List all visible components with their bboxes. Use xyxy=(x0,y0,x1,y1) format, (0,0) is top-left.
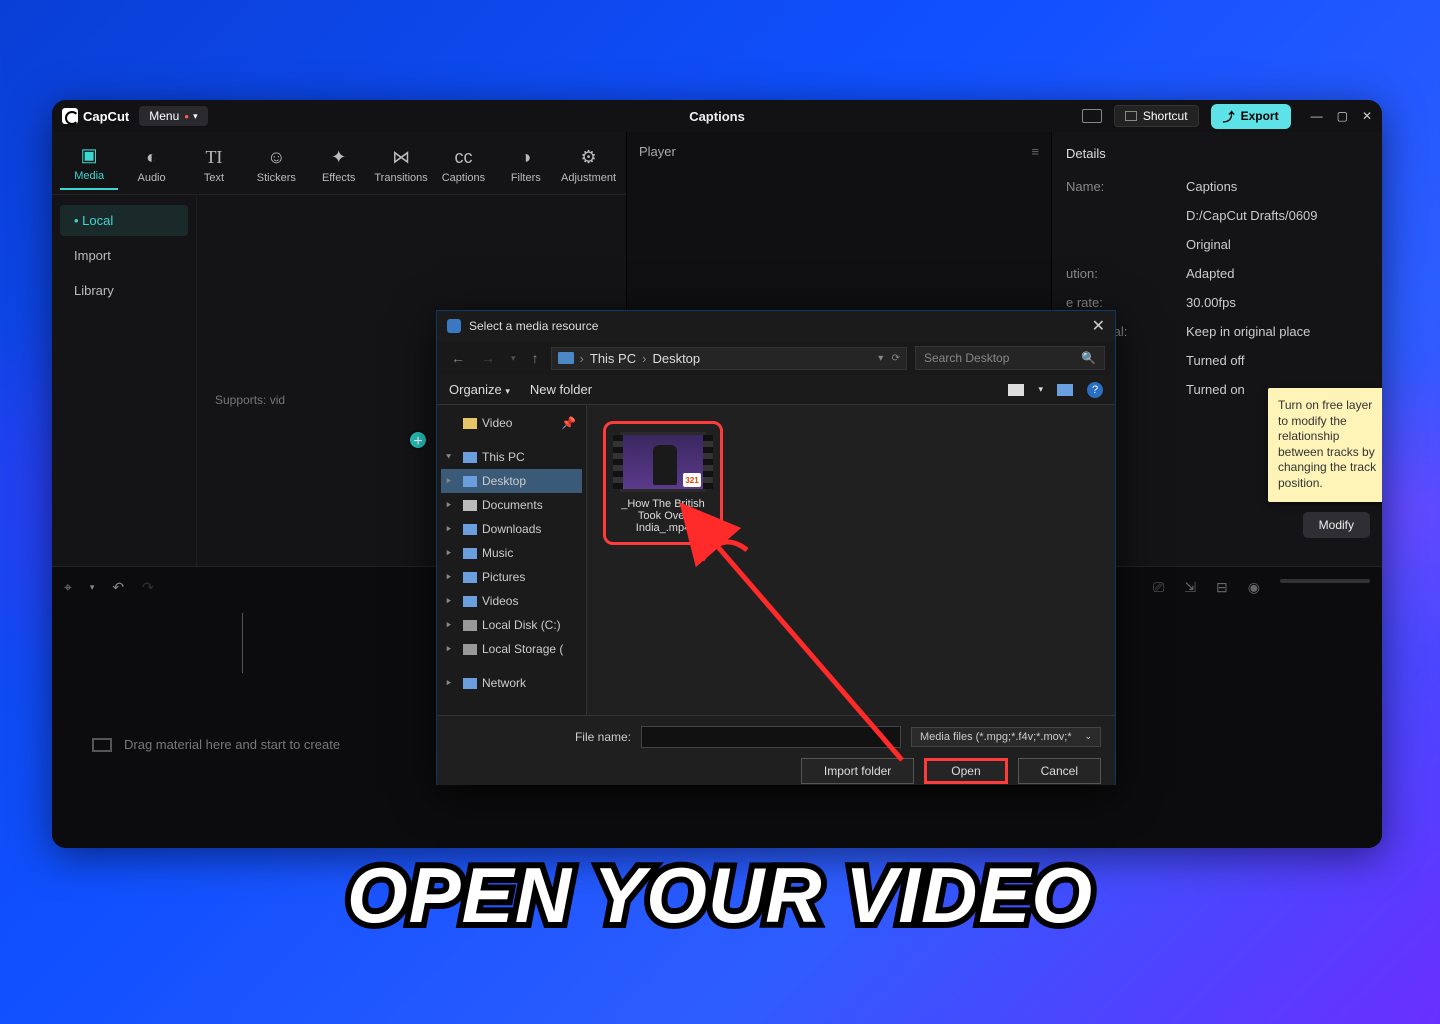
new-folder-button[interactable]: New folder xyxy=(530,382,592,397)
upload-icon: ⤴ xyxy=(1223,108,1235,125)
tutorial-caption: OPEN YOUR VIDEO OPEN YOUR VIDEO xyxy=(0,850,1440,941)
nav-recent-icon[interactable]: ▾ xyxy=(507,353,520,364)
filename-input[interactable] xyxy=(641,726,901,748)
tab-effects[interactable]: ✦Effects xyxy=(310,141,368,190)
file-list[interactable]: 321 _How The British Took Over India_.mp… xyxy=(587,405,1115,715)
tree-downloads[interactable]: ⯈Downloads xyxy=(441,517,582,541)
folder-tree[interactable]: Video📌 ⯆This PC ⯈Desktop ⯈Documents ⯈Dow… xyxy=(437,405,587,715)
tree-documents[interactable]: ⯈Documents xyxy=(441,493,582,517)
zoom-slider[interactable] xyxy=(1280,579,1370,583)
file-open-dialog: Select a media resource ✕ ← → ▾ ↑ › This… xyxy=(436,310,1116,785)
tree-this-pc[interactable]: ⯆This PC xyxy=(441,445,582,469)
tree-pictures[interactable]: ⯈Pictures xyxy=(441,565,582,589)
tl-tool-2-icon[interactable]: ⇲ xyxy=(1184,579,1196,596)
breadcrumb[interactable]: › This PC › Desktop ▾ ⟳ xyxy=(551,347,907,370)
modify-button[interactable]: Modify xyxy=(1303,512,1370,538)
nav-back-icon[interactable]: ← xyxy=(447,350,469,366)
tree-videos[interactable]: ⯈Videos xyxy=(441,589,582,613)
shortcut-button[interactable]: Shortcut xyxy=(1114,105,1199,127)
tree-local-disk-c[interactable]: ⯈Local Disk (C:) xyxy=(441,613,582,637)
menu-button[interactable]: Menu● ▾ xyxy=(139,106,207,126)
tree-music[interactable]: ⯈Music xyxy=(441,541,582,565)
tab-audio[interactable]: ◐Audio xyxy=(122,141,180,190)
redo-icon[interactable]: ↷ xyxy=(142,579,154,596)
tab-captions[interactable]: ccCaptions xyxy=(434,141,492,190)
close-button[interactable]: ✕ xyxy=(1362,109,1372,123)
film-icon xyxy=(92,738,112,752)
undo-icon[interactable]: ↶ xyxy=(112,579,124,596)
view-thumb-icon[interactable] xyxy=(1008,384,1024,396)
tree-desktop[interactable]: ⯈Desktop xyxy=(441,469,582,493)
tab-adjustment[interactable]: ⚙Adjustment xyxy=(559,141,618,190)
sidenav-library[interactable]: Library xyxy=(60,275,188,306)
tl-tool-3-icon[interactable]: ⊟ xyxy=(1216,579,1228,596)
search-icon: 🔍 xyxy=(1081,351,1096,365)
import-folder-button[interactable]: Import folder xyxy=(801,758,914,784)
tooltip-note: Turn on free layer to modify the relatio… xyxy=(1268,388,1382,502)
keyboard-icon[interactable] xyxy=(1082,109,1102,123)
dialog-icon xyxy=(447,319,461,333)
file-item-video[interactable]: 321 _How The British Took Over India_.mp… xyxy=(603,421,723,545)
file-name-label: _How The British Took Over India_.mp4 xyxy=(614,498,712,534)
tree-quick-video[interactable]: Video📌 xyxy=(441,411,582,435)
player-menu-icon[interactable]: ≡ xyxy=(1031,144,1039,159)
maximize-button[interactable]: ▢ xyxy=(1337,109,1348,123)
capcut-window: CapCut Menu● ▾ Captions Shortcut ⤴ Expor… xyxy=(52,100,1382,848)
help-icon[interactable]: ? xyxy=(1087,382,1103,398)
organize-menu[interactable]: Organize ▾ xyxy=(449,382,510,397)
tab-media[interactable]: ▣Media xyxy=(60,139,118,190)
add-badge-icon[interactable]: + xyxy=(408,430,428,450)
nav-forward-icon[interactable]: → xyxy=(477,350,499,366)
tool-tabs: ▣Media ◐Audio TIText ☺Stickers ✦Effects … xyxy=(52,132,626,195)
pc-icon xyxy=(558,352,574,364)
app-logo: CapCut xyxy=(62,108,129,124)
titlebar: CapCut Menu● ▾ Captions Shortcut ⤴ Expor… xyxy=(52,100,1382,132)
tab-text[interactable]: TIText xyxy=(185,141,243,190)
open-button[interactable]: Open xyxy=(924,758,1007,784)
file-type-filter[interactable]: Media files (*.mpg;*.f4v;*.mov;* ⌄ xyxy=(911,727,1101,747)
sidenav-import[interactable]: Import xyxy=(60,240,188,271)
dialog-title: Select a media resource xyxy=(469,319,598,333)
search-input[interactable]: Search Desktop 🔍 xyxy=(915,346,1105,370)
cancel-button[interactable]: Cancel xyxy=(1018,758,1101,784)
tl-tool-1-icon[interactable]: ⎚ xyxy=(1153,579,1164,596)
player-label: Player xyxy=(639,144,676,159)
tree-network[interactable]: ⯈Network xyxy=(441,671,582,695)
tree-local-storage[interactable]: ⯈Local Storage ( xyxy=(441,637,582,661)
export-button[interactable]: ⤴ Export xyxy=(1211,104,1291,129)
view-list-icon[interactable] xyxy=(1057,384,1073,396)
nav-up-icon[interactable]: ↑ xyxy=(528,350,543,366)
sidenav-local[interactable]: • Local xyxy=(60,205,188,236)
tl-tool-4-icon[interactable]: ◉ xyxy=(1248,579,1260,596)
pointer-dropdown-icon[interactable]: ▾ xyxy=(90,582,95,593)
tab-stickers[interactable]: ☺Stickers xyxy=(247,141,305,190)
filename-label: File name: xyxy=(575,730,631,744)
minimize-button[interactable]: — xyxy=(1311,109,1323,123)
tab-filters[interactable]: ◑Filters xyxy=(497,141,555,190)
playhead[interactable] xyxy=(242,613,243,673)
details-title: Details xyxy=(1066,146,1368,161)
dialog-close-icon[interactable]: ✕ xyxy=(1092,316,1105,336)
file-thumbnail: 321 xyxy=(620,432,706,492)
pointer-tool-icon[interactable]: ⌖ xyxy=(64,579,72,596)
tab-transitions[interactable]: ⋈Transitions xyxy=(372,141,430,190)
